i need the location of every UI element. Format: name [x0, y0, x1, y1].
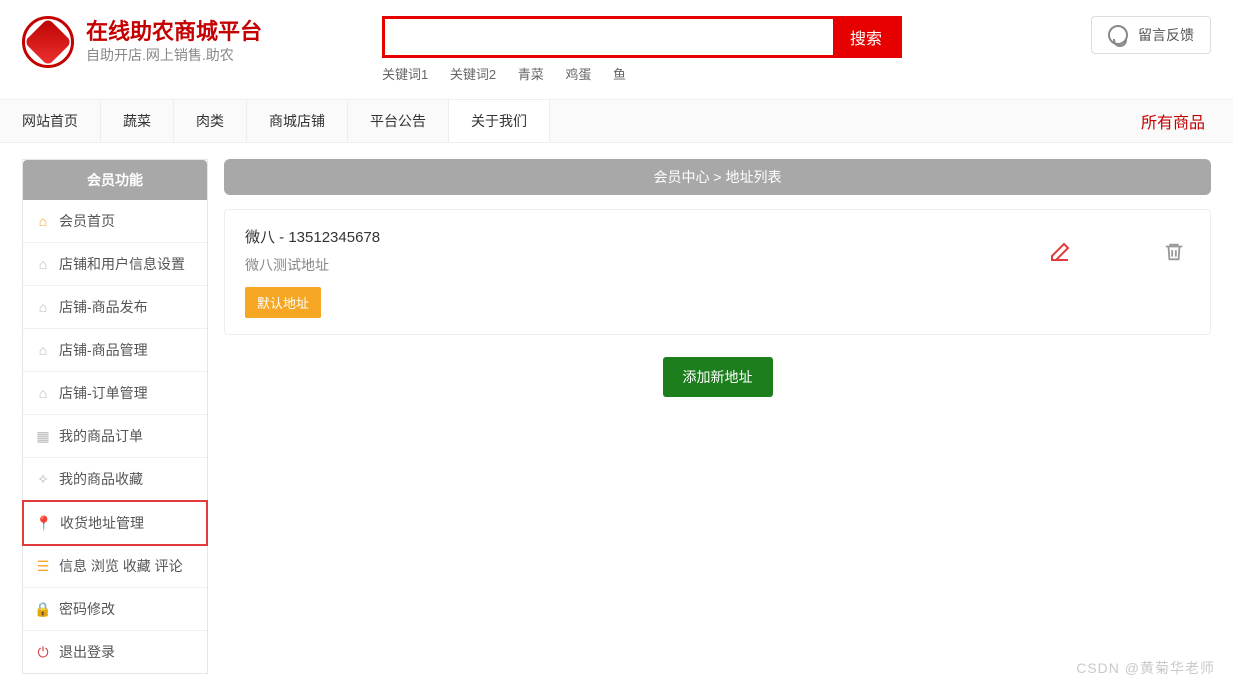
member-sidebar: 会员功能 ⌂ 会员首页 ⌂ 店铺和用户信息设置 ⌂ 店铺-商品发布 ⌂ 店铺-商品管理 ⌂ 店铺-…	[22, 159, 208, 674]
feedback-button[interactable]: 留言反馈	[1091, 16, 1211, 54]
search-button[interactable]: 搜索	[833, 19, 899, 55]
house-icon: ⌂	[35, 385, 51, 401]
brand-subtitle: 自助开店.网上销售.助农	[86, 45, 262, 65]
house-icon: ⌂	[35, 299, 51, 315]
sidebar-item-2[interactable]: ⌂ 店铺-商品发布	[23, 286, 207, 329]
brand-title: 在线助农商城平台	[86, 19, 262, 44]
search-input[interactable]	[385, 19, 833, 55]
grid-icon: ▦	[35, 428, 51, 444]
keyword-link[interactable]: 鸡蛋	[565, 67, 591, 82]
breadcrumb: 会员中心 > 地址列表	[224, 159, 1211, 195]
sidebar-item-4[interactable]: ⌂ 店铺-订单管理	[23, 372, 207, 415]
sidebar-item-7[interactable]: 📍 收货地址管理	[22, 500, 208, 546]
search-bar: 搜索	[382, 16, 902, 58]
nav-home[interactable]: 网站首页	[0, 100, 101, 142]
sidebar-item-5[interactable]: ▦ 我的商品订单	[23, 415, 207, 458]
sidebar-item-3[interactable]: ⌂ 店铺-商品管理	[23, 329, 207, 372]
sidebar-item-label: 信息 浏览 收藏 评论	[59, 556, 183, 576]
sidebar-item-0[interactable]: ⌂ 会员首页	[23, 200, 207, 243]
headset-icon	[1108, 25, 1128, 45]
power-icon: ⏻	[35, 644, 51, 660]
feedback-label: 留言反馈	[1138, 25, 1194, 45]
star-icon: ✧	[35, 471, 51, 487]
main-nav: 网站首页 蔬菜 肉类 商城店铺 平台公告 关于我们 所有商品	[0, 99, 1233, 143]
sidebar-item-label: 我的商品订单	[59, 426, 143, 446]
sidebar-item-1[interactable]: ⌂ 店铺和用户信息设置	[23, 243, 207, 286]
nav-notice[interactable]: 平台公告	[348, 100, 449, 142]
nav-about[interactable]: 关于我们	[449, 100, 550, 142]
keyword-link[interactable]: 关键词2	[450, 67, 496, 82]
sidebar-item-6[interactable]: ✧ 我的商品收藏	[23, 458, 207, 501]
search-keywords: 关键词1 关键词2 青菜 鸡蛋 鱼	[382, 64, 902, 83]
brand-block: 在线助农商城平台 自助开店.网上销售.助农	[22, 16, 382, 68]
sidebar-item-label: 店铺-商品发布	[59, 297, 148, 317]
logo-icon	[22, 16, 74, 68]
nav-vegetables[interactable]: 蔬菜	[101, 100, 174, 142]
sidebar-item-label: 退出登录	[59, 642, 115, 662]
sidebar-item-label: 店铺-订单管理	[59, 383, 148, 403]
sidebar-item-label: 店铺-商品管理	[59, 340, 148, 360]
sidebar-item-label: 收货地址管理	[60, 513, 144, 533]
sidebar-item-label: 会员首页	[59, 211, 115, 231]
sidebar-item-label: 我的商品收藏	[59, 469, 143, 489]
sidebar-item-label: 密码修改	[59, 599, 115, 619]
nav-all-products[interactable]: 所有商品	[1113, 100, 1233, 142]
edit-icon[interactable]	[1048, 240, 1072, 264]
keyword-link[interactable]: 关键词1	[382, 67, 428, 82]
sidebar-item-10[interactable]: ⏻ 退出登录	[23, 631, 207, 673]
list-icon: ☰	[35, 558, 51, 574]
sidebar-item-8[interactable]: ☰ 信息 浏览 收藏 评论	[23, 545, 207, 588]
keyword-link[interactable]: 鱼	[613, 67, 626, 82]
house-icon: ⌂	[35, 256, 51, 272]
add-address-button[interactable]: 添加新地址	[663, 357, 773, 397]
delete-icon[interactable]	[1162, 240, 1186, 264]
lock-icon: 🔒	[35, 601, 51, 617]
sidebar-item-9[interactable]: 🔒 密码修改	[23, 588, 207, 631]
nav-shops[interactable]: 商城店铺	[247, 100, 348, 142]
pin-icon: 📍	[36, 515, 52, 531]
keyword-link[interactable]: 青菜	[518, 67, 544, 82]
sidebar-item-label: 店铺和用户信息设置	[59, 254, 185, 274]
home-icon: ⌂	[35, 213, 51, 229]
sidebar-title: 会员功能	[23, 160, 207, 200]
house-icon: ⌂	[35, 342, 51, 358]
default-address-tag: 默认地址	[245, 287, 321, 318]
address-card: 微八 - 13512345678 微八测试地址 默认地址	[224, 209, 1211, 335]
nav-meat[interactable]: 肉类	[174, 100, 247, 142]
